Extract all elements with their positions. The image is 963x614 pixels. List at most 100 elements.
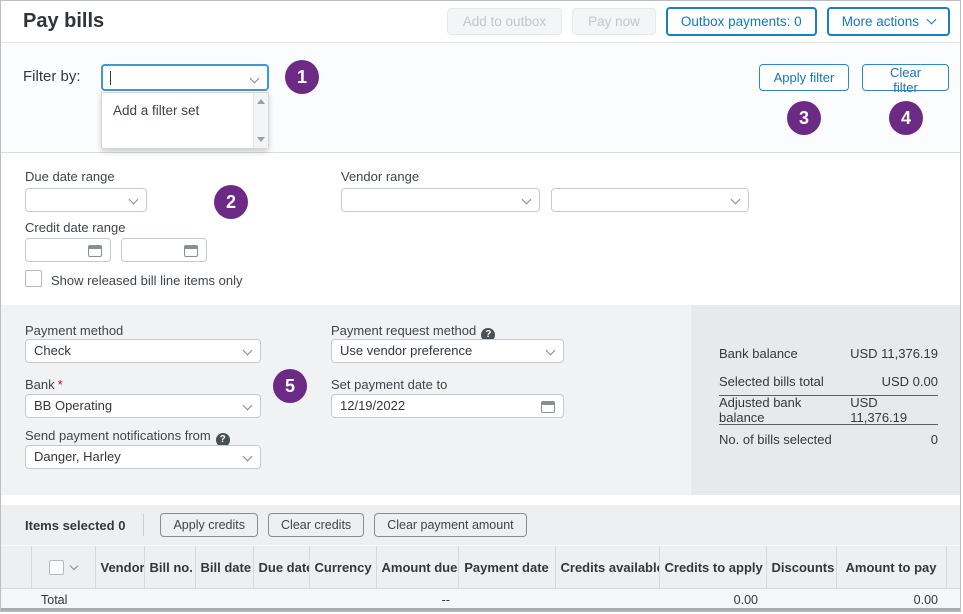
filter-set-combobox[interactable]: [101, 64, 269, 91]
due-date-range-select[interactable]: [25, 188, 147, 212]
column-header-bill-no[interactable]: Bill no.: [144, 546, 195, 589]
outbox-payments-button[interactable]: Outbox payments: 0: [666, 7, 817, 36]
column-header-discounts[interactable]: Discounts: [766, 546, 836, 589]
notifications-from-select[interactable]: Danger, Harley: [25, 445, 261, 469]
payment-method-label: Payment method: [25, 323, 123, 338]
more-actions-label: More actions: [842, 14, 919, 29]
vendor-range-label: Vendor range: [341, 169, 419, 184]
clear-payment-amount-button[interactable]: Clear payment amount: [374, 513, 526, 537]
select-all-cell: [31, 546, 95, 589]
payment-date-label: Set payment date to: [331, 377, 447, 392]
bank-balance-value: USD 11,376.19: [850, 346, 938, 361]
text-caret: [110, 71, 111, 85]
credit-date-to-input[interactable]: [121, 238, 207, 262]
released-bill-lines-checkbox[interactable]: [25, 270, 42, 287]
items-selected-label: Items selected 0: [25, 518, 125, 533]
page-header: Pay bills Add to outbox Pay now Outbox p…: [1, 1, 960, 43]
notifications-from-label-text: Send payment notifications from: [25, 428, 211, 443]
toolbar-divider: [143, 514, 144, 536]
bank-value: BB Operating: [34, 398, 112, 413]
pay-bills-page: Pay bills Add to outbox Pay now Outbox p…: [0, 0, 961, 612]
summary-row: No. of bills selected 0: [691, 425, 960, 453]
chevron-down-icon: [129, 195, 139, 205]
dropdown-scrollbar[interactable]: [253, 93, 268, 148]
more-actions-button[interactable]: More actions: [827, 7, 950, 36]
column-header-currency[interactable]: Currency: [309, 546, 376, 589]
credit-date-from-input[interactable]: [25, 238, 111, 262]
notifications-from-label: Send payment notifications from?: [25, 428, 230, 447]
payment-date-input[interactable]: 12/19/2022: [331, 394, 564, 418]
column-header-vendor[interactable]: Vendor: [95, 546, 144, 589]
chevron-down-icon: [927, 15, 937, 25]
calendar-icon[interactable]: [184, 245, 198, 257]
table-bottom-edge: [1, 608, 960, 611]
adjusted-bank-balance-label: Adjusted bank balance: [719, 395, 850, 425]
payment-request-method-value: Use vendor preference: [340, 343, 472, 358]
bank-select[interactable]: BB Operating: [25, 394, 261, 418]
header-actions: Add to outbox Pay now Outbox payments: 0…: [447, 7, 950, 36]
chevron-down-icon: [546, 346, 556, 356]
apply-credits-button[interactable]: Apply credits: [160, 513, 258, 537]
annotation-badge-3: 3: [787, 101, 821, 135]
adjusted-bank-balance-value: USD 11,376.19: [850, 395, 938, 425]
bills-selected-count-label: No. of bills selected: [719, 432, 832, 447]
chevron-down-icon[interactable]: [70, 562, 78, 570]
bills-selected-count-value: 0: [931, 432, 938, 447]
pay-now-button[interactable]: Pay now: [572, 8, 656, 35]
clear-credits-button[interactable]: Clear credits: [268, 513, 364, 537]
column-header-credits-available[interactable]: Credits available: [555, 546, 659, 589]
required-asterisk: *: [58, 377, 63, 392]
summary-row: Selected bills total USD 0.00: [691, 367, 960, 395]
column-header-payment-date[interactable]: Payment date: [458, 546, 555, 589]
credit-date-range-label: Credit date range: [25, 220, 125, 235]
payment-request-method-select[interactable]: Use vendor preference: [331, 339, 564, 363]
chevron-down-icon: [243, 452, 253, 462]
row-gutter: [1, 546, 31, 589]
column-header-bill-date[interactable]: Bill date: [195, 546, 253, 589]
column-header-end: [946, 546, 961, 589]
filter-bar: Filter by: Add a filter set 1 Apply filt…: [1, 44, 960, 153]
due-date-range-label: Due date range: [25, 169, 115, 184]
scroll-down-icon[interactable]: [257, 137, 265, 142]
selected-bills-total-value: USD 0.00: [882, 374, 938, 389]
chevron-down-icon: [243, 346, 253, 356]
selected-bills-total-label: Selected bills total: [719, 374, 824, 389]
add-to-outbox-button[interactable]: Add to outbox: [447, 8, 562, 35]
calendar-icon[interactable]: [541, 401, 555, 413]
apply-filter-button[interactable]: Apply filter: [759, 64, 849, 91]
payment-method-value: Check: [34, 343, 71, 358]
released-bill-lines-label: Show released bill line items only: [51, 273, 242, 288]
summary-row: Bank balance USD 11,376.19: [691, 339, 960, 367]
bank-balance-label: Bank balance: [719, 346, 798, 361]
chevron-down-icon: [243, 401, 253, 411]
bills-table-section: Items selected 0 Apply credits Clear cre…: [1, 505, 960, 611]
chevron-down-icon[interactable]: [250, 74, 260, 84]
filter-by-label: Filter by:: [23, 68, 81, 85]
bills-table: Vendor Bill no. Bill date Due date Curre…: [1, 545, 961, 612]
column-header-due-date[interactable]: Due date: [253, 546, 309, 589]
annotation-badge-2: 2: [214, 185, 248, 219]
chevron-down-icon: [731, 195, 741, 205]
page-title: Pay bills: [23, 10, 104, 33]
calendar-icon[interactable]: [88, 245, 102, 257]
dropdown-item-add-filter-set[interactable]: Add a filter set: [113, 103, 199, 118]
annotation-badge-4: 4: [889, 101, 923, 135]
table-header-row: Vendor Bill no. Bill date Due date Curre…: [1, 546, 961, 589]
table-toolbar: Items selected 0 Apply credits Clear cre…: [1, 505, 960, 545]
annotation-badge-1: 1: [285, 60, 319, 94]
vendor-range-from-select[interactable]: [341, 188, 540, 212]
filter-criteria-section: Due date range 2 Vendor range Credit dat…: [1, 154, 960, 305]
annotation-badge-5: 5: [273, 369, 307, 403]
column-header-amount-to-pay[interactable]: Amount to pay: [836, 546, 946, 589]
clear-filter-button[interactable]: Clear filter: [862, 64, 949, 91]
vendor-range-to-select[interactable]: [551, 188, 749, 212]
payment-date-value: 12/19/2022: [340, 398, 405, 413]
bank-label-text: Bank: [25, 377, 55, 392]
select-all-checkbox[interactable]: [49, 560, 64, 575]
balance-summary-panel: Bank balance USD 11,376.19 Selected bill…: [691, 305, 960, 495]
bank-label: Bank*: [25, 377, 63, 392]
scroll-up-icon[interactable]: [257, 99, 265, 104]
column-header-credits-to-apply[interactable]: Credits to apply: [659, 546, 766, 589]
column-header-amount-due[interactable]: Amount due: [376, 546, 458, 589]
payment-method-select[interactable]: Check: [25, 339, 261, 363]
